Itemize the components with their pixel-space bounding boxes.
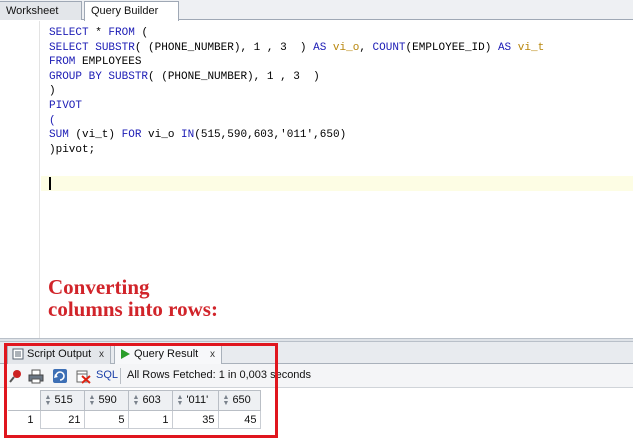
code-line[interactable]: GROUP BY SUBSTR( (PHONE_NUMBER), 1 , 3 ) [49, 70, 544, 85]
code-line[interactable]: SELECT SUBSTR( (PHONE_NUMBER), 1 , 3 ) A… [49, 41, 544, 56]
code-token: 3 [280, 41, 287, 54]
code-token: , [260, 41, 281, 54]
code-line[interactable]: ) [49, 84, 544, 99]
code-line[interactable]: PIVOT [49, 99, 544, 114]
code-token: FROM [49, 56, 83, 69]
code-token: , [313, 129, 320, 142]
code-token: vi_o [332, 41, 360, 54]
code-token: * [95, 27, 109, 39]
code-line[interactable]: ( [49, 114, 544, 129]
code-token: ( (PHONE_NUMBER), [148, 70, 267, 83]
annotation-line-2: columns into rows: [48, 297, 218, 321]
code-token: ) [49, 85, 56, 98]
code-token: SUBSTR [95, 41, 135, 54]
editor-tab-strip: Worksheet Query Builder [0, 0, 633, 21]
code-token: vi_t [517, 41, 545, 54]
code-token: ) [286, 41, 314, 54]
code-token: GROUP BY [49, 70, 109, 83]
tab-query-builder[interactable]: Query Builder [84, 1, 179, 21]
code-token: vi_o [148, 129, 182, 142]
code-token: 603 [253, 129, 274, 142]
code-token: 590 [227, 129, 248, 142]
code-token: 515 [200, 129, 221, 142]
code-token: ( (PHONE_NUMBER), [134, 41, 254, 54]
code-token: ) [339, 129, 347, 142]
code-token: PIVOT [49, 99, 83, 112]
sql-code[interactable]: SELECT * FROM (SELECT SUBSTR( (PHONE_NUM… [49, 26, 544, 157]
code-token: ( [141, 27, 149, 39]
code-token: (vi_t) [75, 129, 122, 142]
annotation-line-1: Converting [48, 275, 150, 299]
code-token: SUM [49, 129, 76, 142]
code-token: SELECT [49, 27, 96, 39]
code-token: FROM [108, 27, 142, 39]
code-token: 3 [293, 70, 300, 83]
code-token: AS [497, 41, 518, 54]
code-token: ( [194, 129, 201, 142]
code-token: FOR [121, 129, 149, 142]
code-token: SUBSTR [108, 70, 149, 83]
code-token: SELECT [49, 41, 96, 54]
current-line-highlight [41, 176, 633, 191]
highlight-box [4, 343, 278, 438]
tab-worksheet[interactable]: Worksheet [0, 1, 82, 20]
code-token: , [359, 41, 373, 54]
code-line[interactable]: )pivot; [49, 143, 544, 158]
code-token: ) [299, 70, 320, 83]
code-token: EMPLOYEES [82, 56, 142, 69]
code-token: '011' [280, 129, 314, 142]
code-token: , [273, 70, 294, 83]
code-token: )pivot; [49, 143, 96, 156]
code-token: ( [49, 114, 56, 127]
code-token: IN [181, 129, 195, 142]
annotation-text: Converting columns into rows: [48, 276, 218, 320]
code-token: (EMPLOYEE_ID) [405, 41, 498, 54]
code-token: 650 [319, 129, 340, 142]
editor-gutter [0, 21, 40, 339]
code-token: , [247, 129, 254, 142]
text-caret [49, 177, 51, 190]
code-line[interactable]: FROM EMPLOYEES [49, 55, 544, 70]
code-token: AS [313, 41, 333, 54]
code-line[interactable]: SELECT * FROM ( [49, 26, 544, 41]
code-line[interactable]: SUM (vi_t) FOR vi_o IN(515,590,603,'011'… [49, 128, 544, 143]
code-token: COUNT [372, 41, 406, 54]
